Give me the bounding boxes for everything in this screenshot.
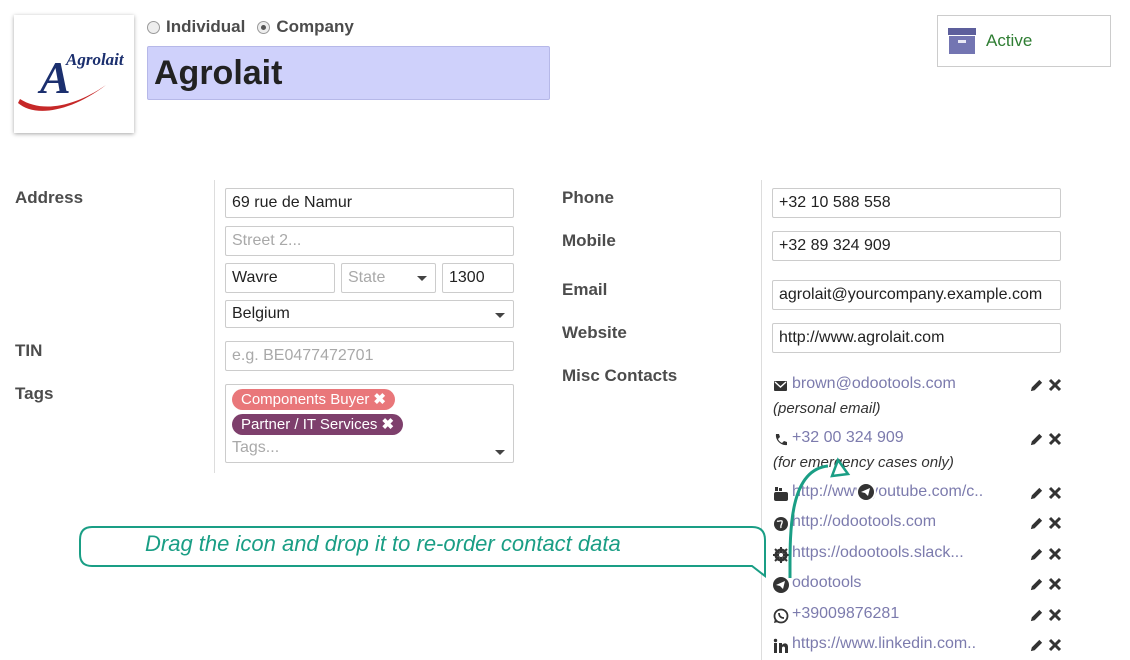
drag-arrow-path: [788, 464, 829, 579]
drag-arrow-head: [830, 457, 851, 478]
dragged-telegram-icon: [856, 482, 876, 502]
tooltip-text: Drag the icon and drop it to re-order co…: [145, 531, 621, 556]
drag-hint-overlay: [79, 457, 876, 579]
